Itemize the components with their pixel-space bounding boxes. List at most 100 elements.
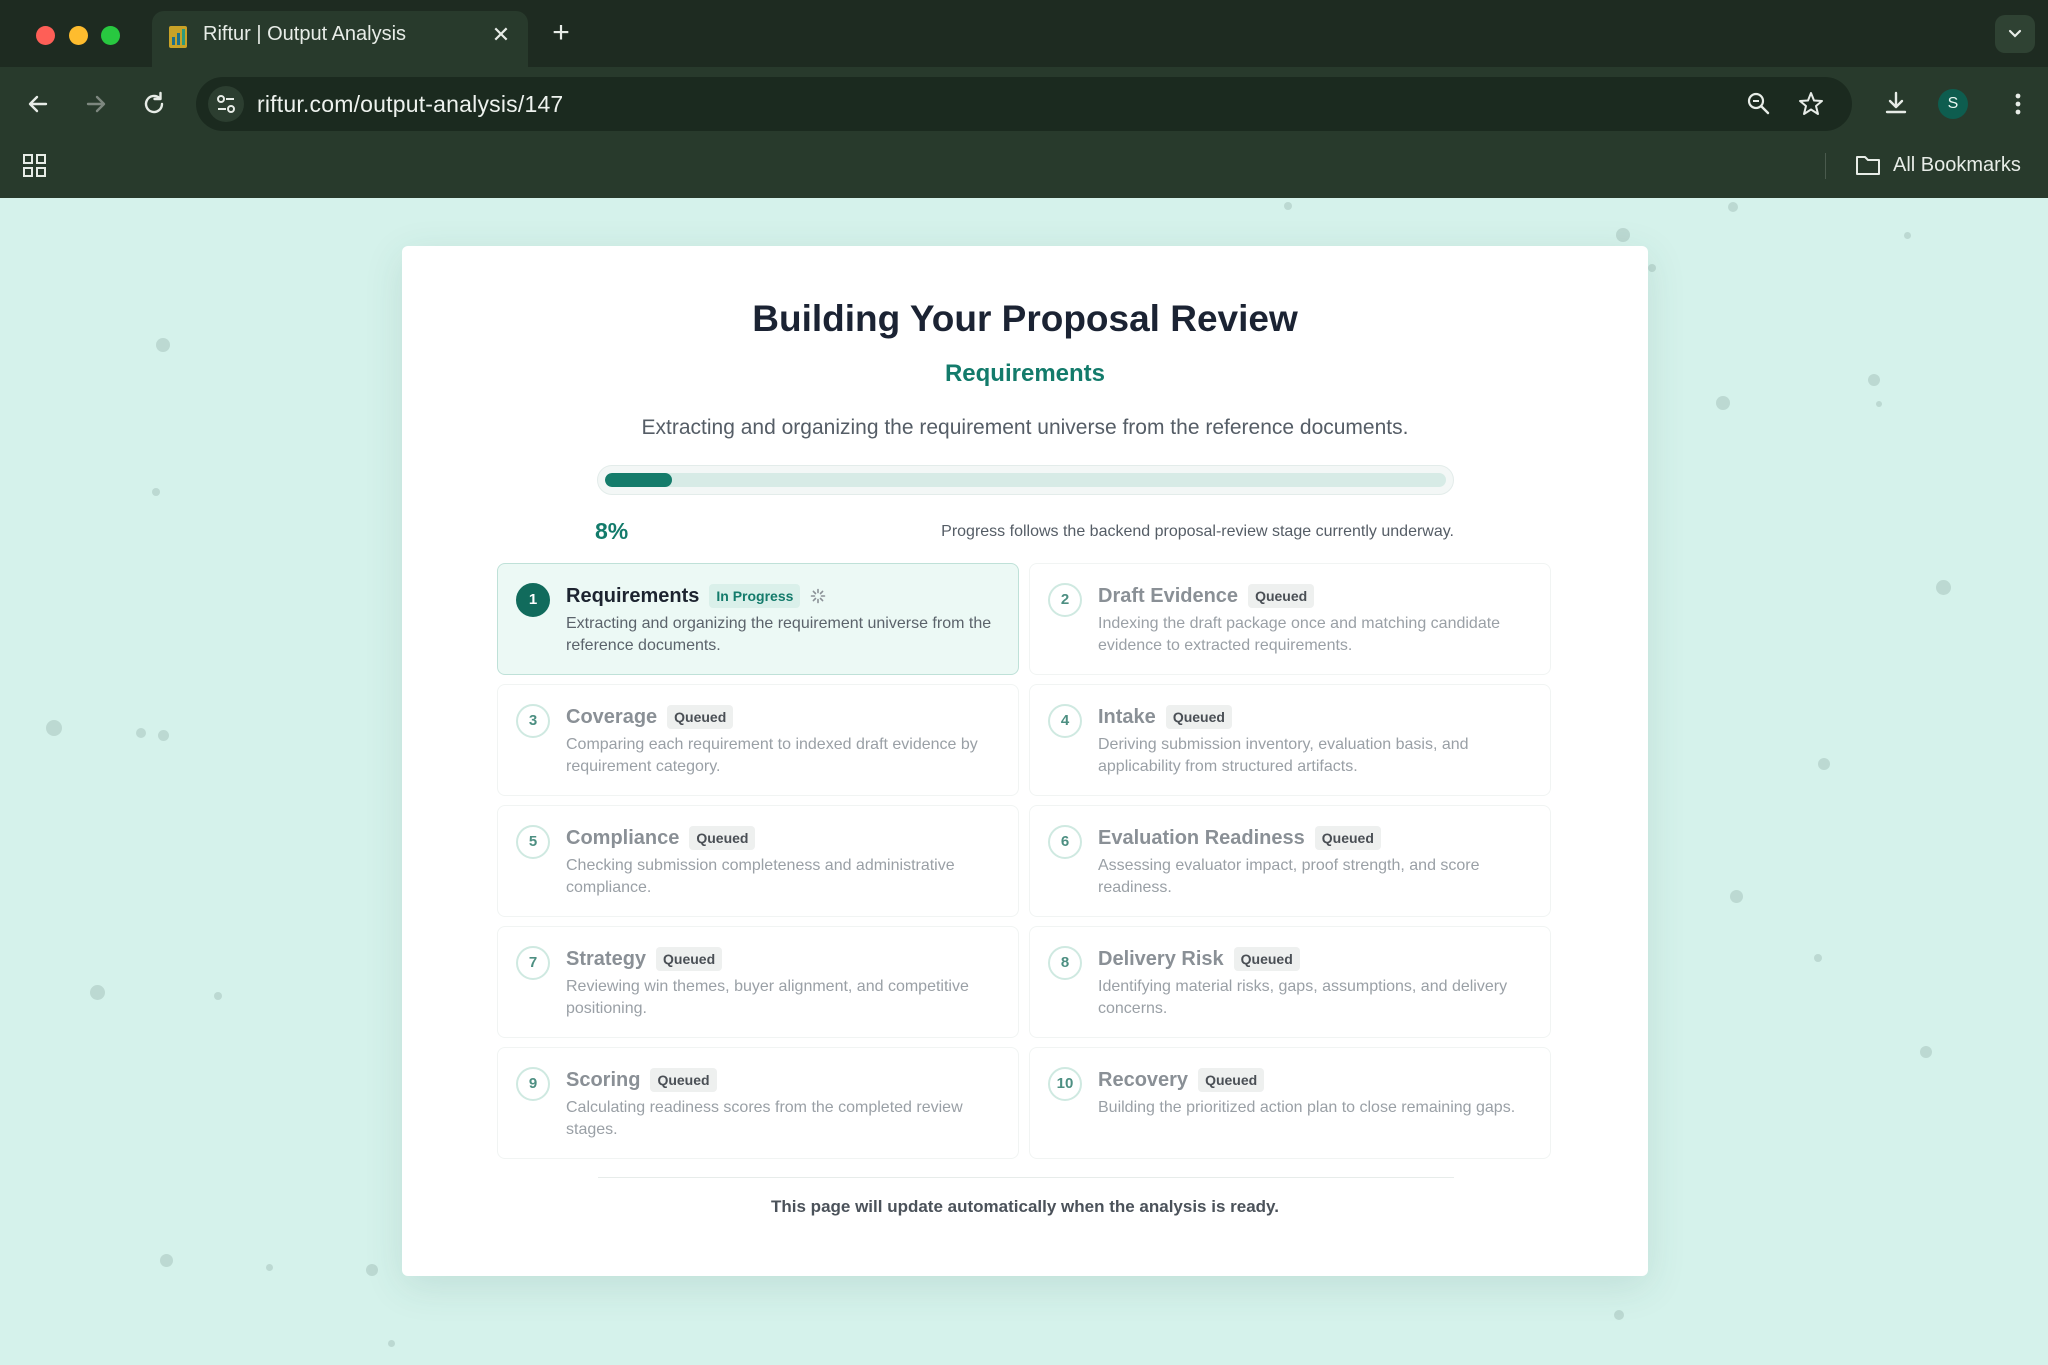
reload-icon[interactable] — [138, 88, 170, 120]
browser-chrome: Riftur | Output Analysis ✕ + riftur.com/… — [0, 0, 2048, 198]
status-badge: Queued — [667, 705, 734, 729]
close-tab-icon[interactable]: ✕ — [488, 22, 514, 48]
background-particle — [90, 985, 105, 1000]
stage-card-coverage: 3 Coverage Queued Comparing each require… — [497, 684, 1019, 796]
stage-description: Building the prioritized action plan to … — [1098, 1099, 1516, 1116]
tune-icon — [217, 95, 235, 113]
background-particle — [46, 720, 62, 736]
folder-icon[interactable] — [1854, 152, 1882, 178]
stage-description: Indexing the draft package once and matc… — [1098, 615, 1501, 654]
stage-description: Assessing evaluator impact, proof streng… — [1098, 857, 1480, 896]
background-particle — [1730, 890, 1743, 903]
current-stage-label: Requirements — [944, 360, 1106, 387]
background-particle — [1904, 232, 1911, 239]
stage-card-intake: 4 Intake Queued Deriving submission inve… — [1029, 684, 1551, 796]
profile-avatar[interactable]: S — [1938, 89, 1968, 119]
close-window-button[interactable] — [36, 26, 55, 45]
new-tab-button[interactable]: + — [547, 18, 575, 48]
stage-card-scoring: 9 Scoring Queued Calculating readiness s… — [497, 1047, 1019, 1159]
stage-number: 4 — [1048, 704, 1082, 738]
more-menu-icon[interactable] — [2002, 88, 2034, 120]
background-particle — [1814, 954, 1822, 962]
status-badge: Queued — [656, 947, 723, 971]
tab-search-button[interactable] — [1995, 15, 2035, 53]
stage-card-recovery: 10 Recovery Queued Building the prioriti… — [1029, 1047, 1551, 1159]
apps-grid-icon[interactable] — [22, 153, 48, 179]
background-particle — [152, 488, 160, 496]
stage-number: 9 — [516, 1067, 550, 1101]
progress-track — [605, 473, 1446, 487]
background-particle — [366, 1264, 378, 1276]
bookmark-star-icon[interactable] — [1797, 90, 1825, 118]
stage-description: Reviewing win themes, buyer alignment, a… — [566, 978, 969, 1017]
background-particle — [1818, 758, 1830, 770]
bookmarks-bar: All Bookmarks — [0, 145, 2048, 198]
download-icon[interactable] — [1880, 88, 1912, 120]
page-background: Building Your Proposal Review Requiremen… — [0, 198, 2048, 1365]
stage-title: Intake — [1098, 705, 1156, 728]
background-particle — [1728, 202, 1738, 212]
zoom-icon[interactable] — [1745, 90, 1773, 118]
status-badge: Queued — [1198, 1068, 1265, 1092]
stage-card-draft-evidence: 2 Draft Evidence Queued Indexing the dra… — [1029, 563, 1551, 675]
background-particle — [1614, 1310, 1624, 1320]
current-stage-description: Extracting and organizing the requiremen… — [641, 416, 1409, 439]
maximize-window-button[interactable] — [101, 26, 120, 45]
loading-spinner-icon — [811, 588, 826, 604]
background-particle — [156, 338, 170, 352]
active-tab[interactable]: Riftur | Output Analysis ✕ — [152, 11, 528, 67]
stage-description: Deriving submission inventory, evaluatio… — [1098, 736, 1469, 775]
tab-strip: Riftur | Output Analysis ✕ + — [0, 0, 2048, 67]
minimize-window-button[interactable] — [69, 26, 88, 45]
stage-title: Evaluation Readiness — [1098, 826, 1305, 849]
background-particle — [160, 1254, 173, 1267]
stage-title: Delivery Risk — [1098, 947, 1224, 970]
stage-number: 10 — [1048, 1067, 1082, 1101]
url-text[interactable]: riftur.com/output-analysis/147 — [257, 91, 563, 118]
stage-number: 6 — [1048, 825, 1082, 859]
chevron-down-icon — [2008, 29, 2022, 38]
status-badge: Queued — [1248, 584, 1315, 608]
stage-title: Coverage — [566, 705, 658, 728]
stage-title: Strategy — [566, 947, 647, 970]
site-info-button[interactable] — [208, 86, 244, 122]
background-particle — [1876, 401, 1882, 407]
stage-description: Extracting and organizing the requiremen… — [566, 615, 992, 654]
status-badge: Queued — [689, 826, 756, 850]
stage-card-compliance: 5 Compliance Queued Checking submission … — [497, 805, 1019, 917]
stage-description: Comparing each requirement to indexed dr… — [566, 736, 978, 775]
background-particle — [1716, 396, 1730, 410]
background-particle — [1936, 580, 1951, 595]
status-badge: Queued — [650, 1068, 717, 1092]
progress-note: Progress follows the backend proposal-re… — [941, 523, 1454, 540]
stage-number: 7 — [516, 946, 550, 980]
stage-card-strategy: 7 Strategy Queued Reviewing win themes, … — [497, 926, 1019, 1038]
background-particle — [1920, 1046, 1932, 1058]
background-particle — [1616, 228, 1630, 242]
back-arrow-icon[interactable] — [22, 88, 54, 120]
stage-number: 1 — [516, 583, 550, 617]
analysis-progress-card: Building Your Proposal Review Requiremen… — [402, 246, 1648, 1276]
status-badge: Queued — [1314, 826, 1381, 850]
stage-title: Draft Evidence — [1098, 584, 1239, 607]
page-title: Building Your Proposal Review — [752, 298, 1298, 339]
background-particle — [136, 728, 146, 738]
bookmarks-divider — [1825, 153, 1826, 179]
stage-number: 8 — [1048, 946, 1082, 980]
background-particle — [388, 1340, 395, 1347]
tab-title: Riftur | Output Analysis — [203, 23, 407, 45]
background-particle — [214, 992, 222, 1000]
stage-title: Recovery — [1098, 1068, 1189, 1091]
background-particle — [266, 1264, 273, 1271]
progress-bar — [597, 465, 1454, 495]
background-particle — [1868, 374, 1880, 386]
auto-update-note: This page will update automatically when… — [771, 1197, 1279, 1216]
all-bookmarks-link[interactable]: All Bookmarks — [1893, 154, 2021, 177]
stage-card-requirements: 1 Requirements In Progress Extracting an… — [497, 563, 1019, 675]
stage-description: Calculating readiness scores from the co… — [566, 1099, 963, 1138]
stage-number: 2 — [1048, 583, 1082, 617]
riftur-favicon-icon — [169, 26, 187, 48]
forward-arrow-icon[interactable] — [80, 88, 112, 120]
address-bar[interactable]: riftur.com/output-analysis/147 — [196, 77, 1852, 131]
progress-fill — [605, 473, 673, 487]
